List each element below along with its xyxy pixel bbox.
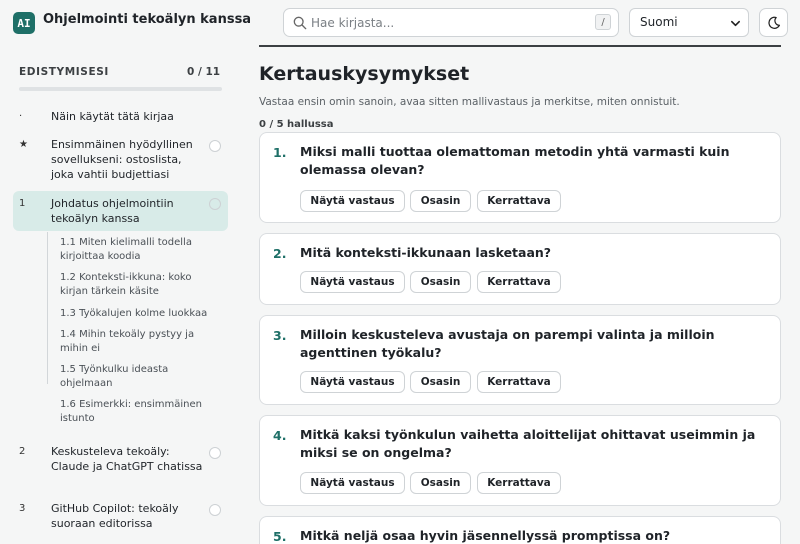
- question-card: 1. Miksi malli tuottaa olemattoman metod…: [259, 132, 781, 223]
- needs-review-button[interactable]: Kerrattava: [477, 190, 561, 212]
- subsection-link[interactable]: 1.3 Työkalujen kolme luokkaa: [60, 307, 220, 321]
- sidebar-item-marker: ·: [19, 111, 23, 122]
- knew-it-button[interactable]: Osasin: [410, 271, 471, 293]
- star-icon: ★: [19, 139, 28, 150]
- needs-review-button[interactable]: Kerrattava: [477, 472, 561, 494]
- search-input[interactable]: [311, 13, 581, 32]
- question-card: 3. Milloin keskusteleva avustaja on pare…: [259, 315, 781, 405]
- question-text: Mitä konteksti-ikkunaan lasketaan?: [300, 245, 552, 260]
- app-logo[interactable]: AI: [13, 12, 35, 34]
- completion-circle-icon[interactable]: [209, 140, 221, 152]
- progress-bar: [19, 87, 222, 91]
- show-answer-button[interactable]: Näytä vastaus: [300, 371, 405, 393]
- question-card: 2. Mitä konteksti-ikkunaan lasketaan? Nä…: [259, 233, 781, 305]
- search-icon: [293, 16, 307, 30]
- subsection-link[interactable]: 1.1 Miten kielimalli todella kirjoittaa …: [60, 236, 220, 264]
- knew-it-button[interactable]: Osasin: [410, 190, 471, 212]
- subsection-link[interactable]: 1.2 Konteksti-ikkuna: koko kirjan tärkei…: [60, 271, 220, 299]
- sidebar-item-label: Keskusteleva tekoäly: Claude ja ChatGPT …: [51, 445, 203, 473]
- subsection-link[interactable]: 1.4 Mihin tekoäly pystyy ja mihin ei: [60, 328, 220, 356]
- sidebar-item-how-to-use[interactable]: · Näin käytät tätä kirjaa: [13, 109, 228, 127]
- sidebar-item-label: Näin käytät tätä kirjaa: [51, 110, 174, 123]
- progress-count: 0 / 11: [187, 66, 221, 78]
- question-text: Miksi malli tuottaa olemattoman metodin …: [300, 144, 730, 177]
- completion-circle-icon[interactable]: [209, 504, 221, 516]
- sidebar-item-chapter-1[interactable]: 1 Johdatus ohjelmointiin tekoälyn kanssa: [13, 191, 228, 231]
- question-text: Mitkä kaksi työnkulun vaihetta aloitteli…: [300, 427, 756, 460]
- mastered-count: 0 / 5 hallussa: [259, 119, 334, 130]
- subsection-link[interactable]: 1.5 Työnkulku ideasta ohjelmaan: [60, 363, 220, 391]
- chapter-number: 1: [19, 198, 26, 209]
- knew-it-button[interactable]: Osasin: [410, 472, 471, 494]
- app-title[interactable]: Ohjelmointi tekoälyn kanssa: [43, 12, 251, 27]
- completion-circle-icon[interactable]: [209, 198, 221, 210]
- show-answer-button[interactable]: Näytä vastaus: [300, 472, 405, 494]
- knew-it-button[interactable]: Osasin: [410, 371, 471, 393]
- question-number: 2.: [273, 246, 287, 261]
- chevron-down-icon: [731, 20, 740, 27]
- question-text: Milloin keskusteleva avustaja on parempi…: [300, 327, 715, 360]
- top-bar: AI Ohjelmointi tekoälyn kanssa / Suomi: [0, 0, 800, 44]
- subsection-link[interactable]: 1.6 Esimerkki: ensimmäinen istunto: [60, 398, 220, 426]
- completion-circle-icon[interactable]: [209, 447, 221, 459]
- chapter-number: 2: [19, 446, 26, 457]
- chapter-number: 3: [19, 503, 26, 514]
- sidebar-item-label: Ensimmäinen hyödyllinen sovellukseni: os…: [51, 138, 193, 181]
- show-answer-button[interactable]: Näytä vastaus: [300, 271, 405, 293]
- question-number: 5.: [273, 529, 287, 544]
- chapter-1-subsections: 1.1 Miten kielimalli todella kirjoittaa …: [47, 232, 222, 424]
- question-number: 4.: [273, 428, 287, 443]
- needs-review-button[interactable]: Kerrattava: [477, 271, 561, 293]
- moon-icon: [767, 16, 780, 29]
- language-select-value: Suomi: [640, 15, 678, 29]
- section-divider: [259, 45, 781, 47]
- question-card: 5. Mitkä neljä osaa hyvin jäsennellyssä …: [259, 516, 781, 544]
- needs-review-button[interactable]: Kerrattava: [477, 371, 561, 393]
- show-answer-button[interactable]: Näytä vastaus: [300, 190, 405, 212]
- question-number: 1.: [273, 145, 287, 160]
- language-select[interactable]: Suomi: [629, 8, 749, 37]
- sidebar-item-label: Johdatus ohjelmointiin tekoälyn kanssa: [51, 197, 174, 225]
- search-box[interactable]: /: [283, 8, 619, 37]
- theme-toggle-button[interactable]: [759, 8, 788, 37]
- page-intro: Vastaa ensin omin sanoin, avaa sitten ma…: [259, 96, 680, 108]
- page-title: Kertauskysymykset: [259, 63, 470, 85]
- sidebar-item-chapter-3[interactable]: 3 GitHub Copilot: tekoäly suoraan editor…: [13, 501, 228, 533]
- sidebar-item-first-app[interactable]: ★ Ensimmäinen hyödyllinen sovellukseni: …: [13, 137, 228, 185]
- sidebar-item-label: GitHub Copilot: tekoäly suoraan editoris…: [51, 502, 179, 530]
- question-card: 4. Mitkä kaksi työnkulun vaihetta aloitt…: [259, 415, 781, 506]
- question-number: 3.: [273, 328, 287, 343]
- sidebar-item-chapter-2[interactable]: 2 Keskusteleva tekoäly: Claude ja ChatGP…: [13, 444, 228, 492]
- search-shortcut-hint: /: [595, 14, 611, 30]
- question-text: Mitkä neljä osaa hyvin jäsennellyssä pro…: [300, 528, 671, 543]
- progress-title: EDISTYMISESI: [19, 66, 109, 78]
